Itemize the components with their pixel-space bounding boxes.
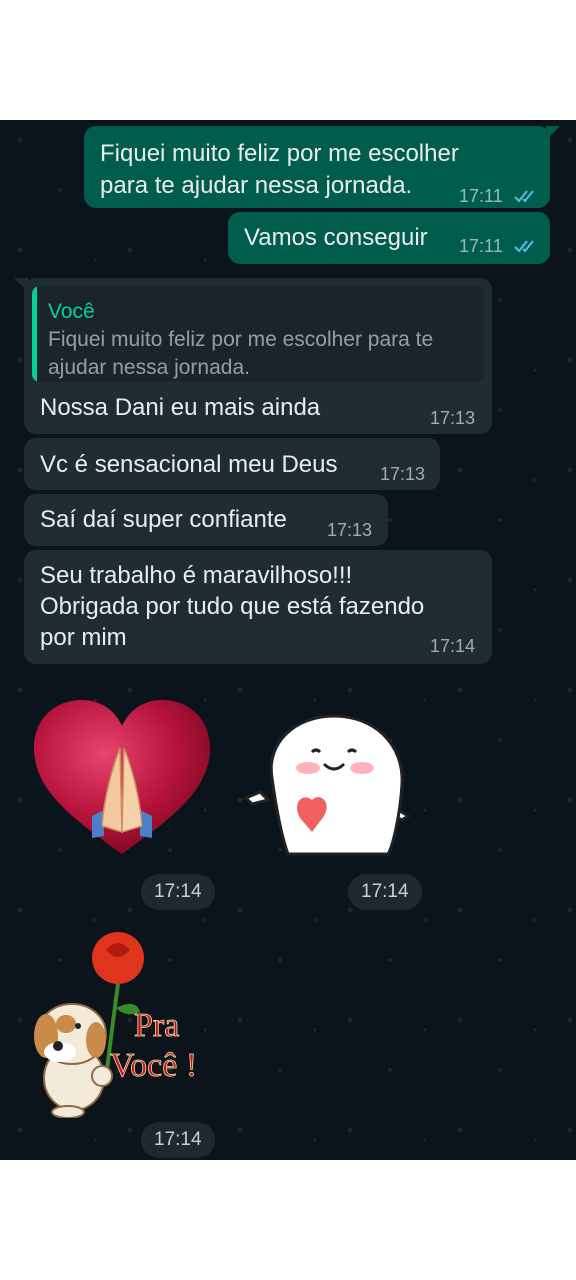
outgoing-message[interactable]: Fiquei muito feliz por me escolher para … <box>84 126 560 208</box>
message-time: 17:11 <box>459 186 503 206</box>
message-text: Vamos conseguir <box>244 224 428 251</box>
incoming-message[interactable]: Vc é sensacional meu Deus 17:13 <box>24 438 440 490</box>
heart-praying-hands-icon[interactable] <box>32 698 212 858</box>
cute-blob-holding-heart-icon[interactable] <box>242 708 412 858</box>
message-time: 17:13 <box>327 520 373 540</box>
sticker-time: 17:14 <box>141 874 215 910</box>
message-text: Vc é sensacional meu Deus <box>40 451 338 478</box>
message-time: 17:13 <box>430 408 476 428</box>
quote-text: Fiquei muito feliz por me escolher para … <box>48 328 434 379</box>
incoming-message[interactable]: Saí daí super confiante 17:13 <box>24 494 388 546</box>
message-text-line: Fiquei muito feliz por me escolher <box>100 140 459 167</box>
outgoing-message[interactable]: Vamos conseguir 17:11 <box>228 212 550 264</box>
message-time: 17:11 <box>459 236 503 256</box>
message-text: Saí daí super confiante <box>40 506 287 533</box>
bubble-tail <box>546 126 560 140</box>
sticker-caption-line2: Você ! <box>110 1047 197 1084</box>
message-time: 17:13 <box>380 464 426 484</box>
read-ticks-icon <box>514 240 534 253</box>
read-ticks-icon <box>514 190 534 203</box>
quote-author: Você <box>48 300 95 323</box>
incoming-message[interactable]: Seu trabalho é maravilhoso!!! Obrigada p… <box>24 550 492 664</box>
quote-accent-bar <box>32 286 37 382</box>
sticker-caption-line1: Pra <box>134 1007 179 1044</box>
message-text: Nossa Dani eu mais ainda <box>40 394 321 421</box>
message-text-line: Seu trabalho é maravilhoso!!! <box>40 562 353 589</box>
message-text-line: por mim <box>40 624 127 651</box>
message-time: 17:14 <box>430 636 476 656</box>
message-text-line: Obrigada por tudo que está fazendo <box>40 593 425 620</box>
message-text-line: para te ajudar nessa jornada. <box>100 172 413 199</box>
quoted-message[interactable]: Você Fiquei muito feliz por me escolher … <box>32 286 484 382</box>
incoming-message[interactable]: Você Fiquei muito feliz por me escolher … <box>14 278 492 434</box>
chat-area[interactable]: Fiquei muito feliz por me escolher para … <box>0 120 576 1160</box>
sticker-time: 17:14 <box>348 874 422 910</box>
sticker-time: 17:14 <box>141 1122 215 1158</box>
puppy-with-rose-icon[interactable]: Pra Você ! <box>26 928 226 1118</box>
bubble-tail <box>14 278 28 292</box>
